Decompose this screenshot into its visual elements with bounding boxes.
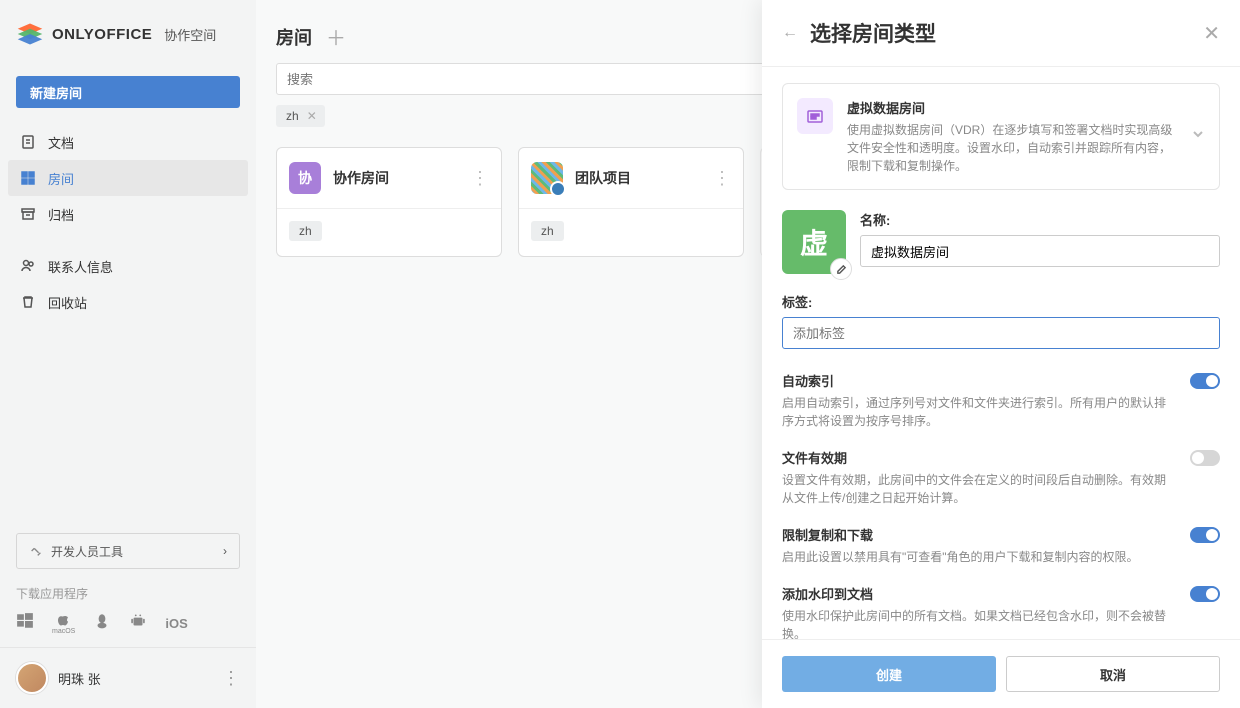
- user-name: 明珠 张: [58, 669, 212, 688]
- room-tag: zh: [531, 221, 564, 241]
- room-icon: [531, 162, 563, 194]
- toggle-auto-index[interactable]: [1190, 373, 1220, 389]
- user-bar: 明珠 张 ⋮: [0, 647, 256, 708]
- cancel-button[interactable]: 取消: [1006, 656, 1220, 692]
- sidebar-item-archive[interactable]: 归档: [8, 196, 248, 232]
- room-type-panel: ← 选择房间类型 ✕ 虚拟数据房间 使用虚拟数据房间（VDR）在逐步填写和签署文…: [762, 0, 1240, 708]
- os-icons: macOS iOS: [16, 612, 240, 635]
- option-desc: 启用此设置以禁用具有"可查看"角色的用户下载和复制内容的权限。: [782, 548, 1176, 566]
- dev-tools-label: 开发人员工具: [51, 543, 123, 560]
- tags-label: 标签:: [782, 292, 1220, 311]
- card-menu-button[interactable]: ⋮: [713, 168, 731, 189]
- room-title: 协作房间: [333, 168, 459, 188]
- create-button[interactable]: 创建: [782, 656, 996, 692]
- brand-name: ONLYOFFICE: [52, 26, 152, 43]
- user-menu-button[interactable]: ⋮: [222, 668, 240, 689]
- linux-icon[interactable]: [93, 612, 111, 635]
- add-room-button[interactable]: ＋: [326, 22, 346, 51]
- type-title: 虚拟数据房间: [847, 98, 1177, 117]
- room-card[interactable]: 团队项目 ⋮ zh: [518, 147, 744, 257]
- type-desc: 使用虚拟数据房间（VDR）在逐步填写和签署文档时实现高级文件安全性和透明度。设置…: [847, 121, 1177, 175]
- option-desc: 启用自动索引，通过序列号对文件和文件夹进行索引。所有用户的默认排序方式将设置为按…: [782, 394, 1176, 430]
- trash-icon: [20, 294, 36, 310]
- option-watermark: 添加水印到文档 使用水印保护此房间中的所有文档。如果文档已经包含水印，则不会被替…: [782, 584, 1220, 639]
- room-tag: zh: [289, 221, 322, 241]
- chevron-right-icon: ›: [223, 544, 227, 558]
- ios-icon[interactable]: iOS: [165, 616, 187, 631]
- panel-title: 选择房间类型: [810, 18, 1191, 48]
- toggle-file-lifetime[interactable]: [1190, 450, 1220, 466]
- windows-icon[interactable]: [16, 612, 34, 635]
- room-name-input[interactable]: [860, 235, 1220, 267]
- chip-label: zh: [286, 109, 299, 123]
- sidebar-item-documents[interactable]: 文档: [8, 124, 248, 160]
- room-card[interactable]: 协 协作房间 ⋮ zh: [276, 147, 502, 257]
- sidebar-item-label: 文档: [48, 133, 74, 152]
- chip-remove-icon[interactable]: ✕: [307, 109, 317, 123]
- avatar[interactable]: [16, 662, 48, 694]
- nav-main: 文档 房间 归档 联系人信息 回收站: [0, 124, 256, 320]
- back-button[interactable]: ←: [782, 24, 798, 42]
- option-title: 自动索引: [782, 371, 1176, 390]
- android-icon[interactable]: [129, 612, 147, 635]
- archive-icon: [20, 206, 36, 222]
- sidebar-item-trash[interactable]: 回收站: [8, 284, 248, 320]
- onlyoffice-logo-icon: [16, 20, 44, 48]
- new-room-button[interactable]: 新建房间: [16, 76, 240, 108]
- tags-input[interactable]: [782, 317, 1220, 349]
- brand-sub: 协作空间: [164, 25, 216, 44]
- option-file-lifetime: 文件有效期 设置文件有效期，此房间中的文件会在定义的时间段后自动删除。有效期从文…: [782, 448, 1220, 507]
- rooms-icon: [20, 170, 36, 186]
- sidebar-item-label: 回收站: [48, 293, 87, 312]
- sidebar-item-rooms[interactable]: 房间: [8, 160, 248, 196]
- close-button[interactable]: ✕: [1203, 21, 1220, 46]
- download-apps-label: 下载应用程序: [16, 585, 240, 602]
- page-title: 房间: [276, 24, 312, 50]
- sidebar-item-label: 房间: [48, 169, 74, 188]
- edit-avatar-button[interactable]: [830, 258, 852, 280]
- chevron-down-icon[interactable]: [1191, 127, 1205, 146]
- option-title: 文件有效期: [782, 448, 1176, 467]
- name-label: 名称:: [860, 210, 1220, 229]
- sidebar-item-label: 联系人信息: [48, 257, 113, 276]
- room-avatar-preview: 虚: [782, 210, 846, 274]
- document-icon: [20, 134, 36, 150]
- room-type-card[interactable]: 虚拟数据房间 使用虚拟数据房间（VDR）在逐步填写和签署文档时实现高级文件安全性…: [782, 83, 1220, 190]
- vdr-icon: [797, 98, 833, 134]
- tools-icon: [29, 544, 43, 558]
- room-title: 团队项目: [575, 168, 701, 188]
- toggle-restrict[interactable]: [1190, 527, 1220, 543]
- sidebar-item-contacts[interactable]: 联系人信息: [8, 248, 248, 284]
- contacts-icon: [20, 258, 36, 274]
- sidebar-item-label: 归档: [48, 205, 74, 224]
- dev-tools-button[interactable]: 开发人员工具 ›: [16, 533, 240, 569]
- option-desc: 设置文件有效期，此房间中的文件会在定义的时间段后自动删除。有效期从文件上传/创建…: [782, 471, 1176, 507]
- card-menu-button[interactable]: ⋮: [471, 168, 489, 189]
- logo[interactable]: ONLYOFFICE 协作空间: [0, 0, 256, 68]
- option-auto-index: 自动索引 启用自动索引，通过序列号对文件和文件夹进行索引。所有用户的默认排序方式…: [782, 371, 1220, 430]
- toggle-watermark[interactable]: [1190, 586, 1220, 602]
- sidebar: ONLYOFFICE 协作空间 新建房间 文档 房间 归档 联系人信息 回收站: [0, 0, 256, 708]
- option-title: 添加水印到文档: [782, 584, 1176, 603]
- macos-icon[interactable]: macOS: [52, 612, 75, 635]
- option-desc: 使用水印保护此房间中的所有文档。如果文档已经包含水印，则不会被替换。: [782, 607, 1176, 639]
- filter-chip[interactable]: zh ✕: [276, 105, 325, 127]
- option-title: 限制复制和下载: [782, 525, 1176, 544]
- room-icon: 协: [289, 162, 321, 194]
- option-restrict: 限制复制和下载 启用此设置以禁用具有"可查看"角色的用户下载和复制内容的权限。: [782, 525, 1220, 566]
